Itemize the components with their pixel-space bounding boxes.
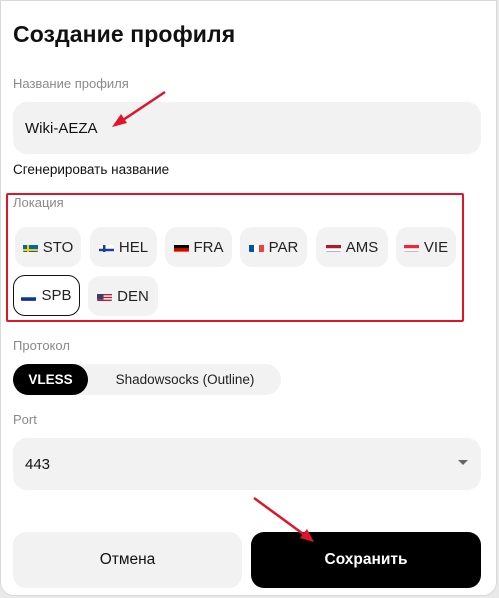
create-profile-dialog: Создание профиля Название профиля Wiki-A… <box>0 0 497 596</box>
germany-flag-icon <box>173 242 189 252</box>
location-code: AMS <box>345 238 379 256</box>
russia-flag-icon <box>21 291 37 301</box>
location-chip-hel[interactable]: HEL <box>90 227 157 267</box>
location-code: SPB <box>41 287 72 304</box>
location-code: DEN <box>117 287 149 305</box>
location-chip-sto[interactable]: STO <box>15 227 81 267</box>
port-label: Port <box>13 412 37 427</box>
location-code: PAR <box>268 238 299 256</box>
profile-name-input[interactable]: Wiki-AEZA <box>13 102 481 154</box>
dialog-title: Создание профиля <box>13 21 236 47</box>
location-code: VIE <box>423 238 449 256</box>
protocol-option-shadowsocks[interactable]: Shadowsocks (Outline) <box>95 364 275 395</box>
usa-flag-icon <box>97 291 113 301</box>
location-chip-vie[interactable]: VIE <box>396 227 456 267</box>
generate-name-link[interactable]: Сгенерировать название <box>13 162 169 177</box>
location-chip-fra[interactable]: FRA <box>165 227 232 267</box>
location-code: FRA <box>193 238 224 256</box>
location-chip-spb[interactable]: SPB <box>13 275 80 316</box>
location-code: STO <box>42 238 74 256</box>
finland-flag-icon <box>98 242 114 252</box>
cancel-button[interactable]: Отмена <box>13 532 242 588</box>
dropdown-caret-icon <box>458 460 468 465</box>
location-chip-par[interactable]: PAR <box>240 227 307 267</box>
profile-name-value: Wiki-AEZA <box>25 119 98 137</box>
save-button[interactable]: Сохранить <box>251 532 481 588</box>
location-label: Локация <box>13 195 64 210</box>
austria-flag-icon <box>403 242 419 252</box>
location-chip-den[interactable]: DEN <box>88 276 158 316</box>
protocol-option-vless[interactable]: VLESS <box>13 364 88 395</box>
protocol-label: Протокол <box>13 338 70 353</box>
france-flag-icon <box>248 242 264 252</box>
location-chip-ams[interactable]: AMS <box>316 227 388 267</box>
port-select[interactable]: 443 <box>13 438 481 490</box>
port-value: 443 <box>25 455 51 473</box>
protocol-toggle-group: VLESS Shadowsocks (Outline) <box>13 364 281 395</box>
sweden-flag-icon <box>22 242 38 252</box>
location-code: HEL <box>118 238 149 256</box>
netherlands-flag-icon <box>325 242 341 252</box>
profile-name-label: Название профиля <box>13 76 129 91</box>
